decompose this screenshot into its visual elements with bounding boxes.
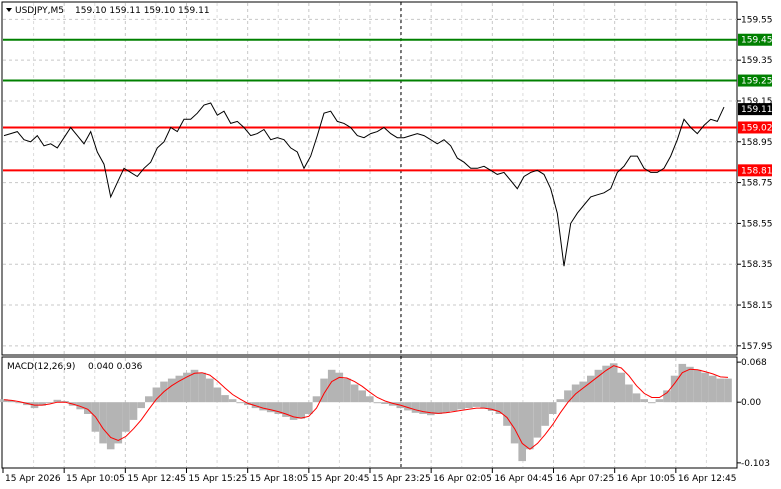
macd-bar bbox=[99, 402, 107, 444]
macd-bar bbox=[472, 402, 481, 407]
macd-tick-label: 0.068 bbox=[741, 358, 767, 368]
chart-header: USDJPY,M5 159.10 159.11 159.10 159.11 bbox=[6, 6, 210, 16]
time-tick-label: 15 Apr 23:25 bbox=[372, 474, 431, 484]
price-tick-label: 159.55 bbox=[741, 15, 773, 25]
macd-bar bbox=[526, 402, 534, 450]
macd-bar bbox=[221, 395, 229, 403]
macd-bar bbox=[228, 399, 237, 403]
level-label: 159.45 bbox=[741, 36, 773, 46]
macd-bar bbox=[609, 363, 618, 403]
level-label: 159.02 bbox=[741, 123, 773, 133]
price-tick-label: 158.15 bbox=[741, 301, 773, 311]
price-tick-label: 158.95 bbox=[741, 138, 773, 148]
price-tick-label: 159.35 bbox=[741, 56, 773, 66]
macd-bar bbox=[465, 402, 473, 409]
ohlc-values: 159.10 159.11 159.10 159.11 bbox=[75, 6, 210, 16]
macd-bar bbox=[442, 402, 450, 413]
price-tick-label: 157.95 bbox=[741, 342, 773, 352]
macd-bar bbox=[122, 402, 130, 432]
price-tick-label: 158.55 bbox=[741, 219, 773, 229]
time-axis: 15 Apr 2026 15 Apr 10:05 15 Apr 12:45 15 Ap… bbox=[2, 468, 737, 484]
time-tick-label: 16 Apr 12:45 bbox=[678, 474, 737, 484]
macd-values: 0.040 0.036 bbox=[88, 362, 143, 372]
level-label: 159.25 bbox=[741, 77, 773, 87]
macd-bar bbox=[678, 363, 687, 403]
macd-bar bbox=[640, 399, 648, 403]
macd-bar bbox=[343, 378, 351, 403]
macd-bar bbox=[518, 402, 526, 462]
trading-chart[interactable]: 159.55159.35159.15158.95158.75158.55158.… bbox=[0, 0, 781, 489]
macd-tick-label: 0.00 bbox=[741, 398, 761, 408]
macd-bar bbox=[617, 372, 626, 403]
macd-bar bbox=[106, 402, 115, 450]
time-tick-label: 16 Apr 10:05 bbox=[617, 474, 676, 484]
time-tick-label: 16 Apr 07:25 bbox=[556, 474, 615, 484]
macd-bar bbox=[510, 402, 519, 444]
macd-bar bbox=[701, 372, 709, 403]
macd-bar bbox=[206, 378, 214, 403]
macd-bar bbox=[129, 402, 138, 420]
macd-bar bbox=[457, 402, 466, 410]
macd-bar bbox=[411, 402, 420, 413]
time-tick-label: 15 Apr 2026 bbox=[5, 474, 61, 484]
macd-bar bbox=[358, 390, 366, 403]
macd-bar bbox=[236, 402, 244, 404]
time-tick-label: 15 Apr 20:45 bbox=[311, 474, 370, 484]
macd-bar bbox=[145, 396, 153, 403]
macd-bar bbox=[602, 365, 610, 403]
macd-bar bbox=[137, 402, 145, 409]
price-tick-label: 158.75 bbox=[741, 179, 773, 189]
macd-bar bbox=[579, 381, 587, 403]
macd-bar bbox=[213, 387, 222, 403]
macd-bar bbox=[167, 378, 176, 403]
time-tick-label: 16 Apr 02:05 bbox=[433, 474, 492, 484]
level-label: 158.81 bbox=[741, 166, 773, 176]
macd-axis: 0.068 0.00 -0.103 bbox=[737, 358, 770, 469]
price-axis: 159.55159.35159.15158.95158.75158.55158.… bbox=[737, 15, 773, 352]
macd-bar bbox=[556, 399, 565, 403]
macd-bar bbox=[686, 366, 694, 403]
macd-tick-label: -0.103 bbox=[741, 459, 770, 469]
macd-bar bbox=[716, 378, 725, 403]
macd-bar bbox=[724, 378, 732, 403]
macd-bar bbox=[693, 369, 702, 403]
time-tick-label: 16 Apr 04:45 bbox=[494, 474, 553, 484]
macd-bar bbox=[350, 384, 359, 403]
macd-bar bbox=[648, 402, 656, 404]
macd-bar bbox=[305, 402, 313, 414]
macd-bar bbox=[312, 396, 321, 403]
macd-header: MACD(12,26,9) 0.040 0.036 bbox=[7, 362, 143, 372]
current-price-label: 159.11 bbox=[741, 105, 773, 115]
time-tick-label: 15 Apr 10:05 bbox=[66, 474, 125, 484]
macd-bar bbox=[449, 402, 458, 411]
macd-bar bbox=[297, 402, 305, 419]
macd-bar bbox=[373, 402, 382, 404]
macd-bar bbox=[564, 390, 572, 403]
macd-bar bbox=[632, 393, 641, 403]
macd-bar bbox=[548, 402, 557, 414]
macd-bar bbox=[114, 402, 123, 444]
time-tick-label: 15 Apr 12:45 bbox=[127, 474, 186, 484]
macd-bar bbox=[366, 396, 374, 403]
macd-bar bbox=[480, 402, 488, 409]
macd-bar bbox=[198, 372, 206, 403]
macd-bar bbox=[541, 402, 549, 426]
macd-label: MACD(12,26,9) bbox=[7, 362, 75, 372]
time-tick-label: 15 Apr 15:25 bbox=[189, 474, 248, 484]
macd-bar bbox=[434, 402, 443, 414]
price-tick-label: 158.35 bbox=[741, 260, 773, 270]
macd-bar bbox=[708, 375, 717, 403]
macd-bar bbox=[533, 402, 542, 438]
macd-bar bbox=[381, 402, 389, 404]
macd-bar bbox=[655, 399, 664, 403]
macd-bar bbox=[625, 384, 633, 403]
symbol-label: USDJPY,M5 bbox=[15, 6, 64, 16]
time-tick-label: 15 Apr 18:05 bbox=[250, 474, 309, 484]
